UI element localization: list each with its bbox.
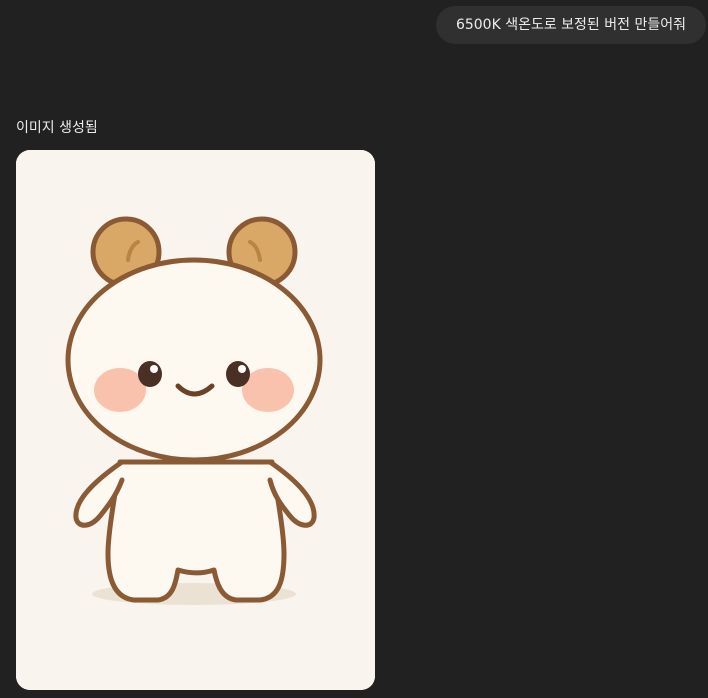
user-message-bubble: 6500K 색온도로 보정된 버전 만들어줘	[435, 6, 706, 44]
image-generated-status: 이미지 생성됨	[16, 120, 98, 136]
generated-image[interactable]	[16, 150, 375, 690]
chat-page: 6500K 색온도로 보정된 버전 만들어줘 이미지 생성됨	[0, 0, 708, 698]
bear-head	[65, 257, 323, 463]
right-eye	[226, 361, 250, 387]
left-eye	[138, 361, 162, 387]
bear-illustration	[16, 150, 375, 690]
assistant-message: 이미지 생성됨	[16, 118, 375, 690]
